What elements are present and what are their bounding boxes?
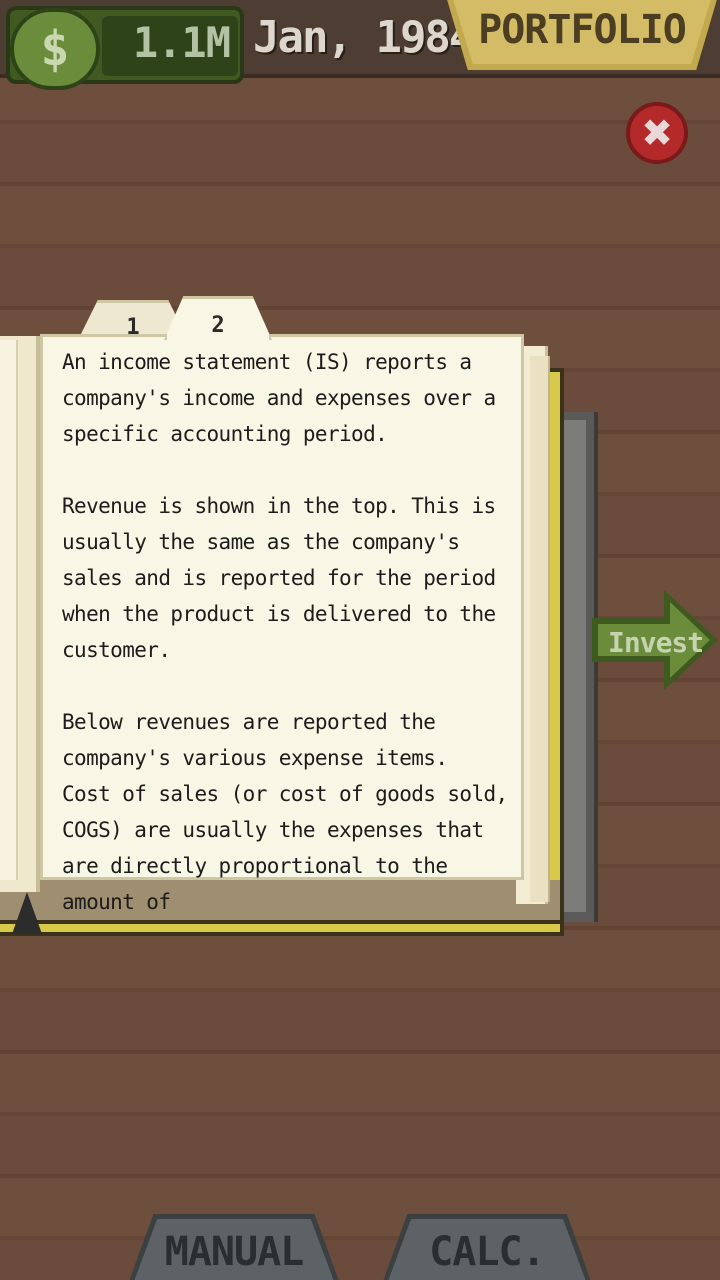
dollar-sign-icon: $	[10, 8, 100, 90]
calc-tab-label: CALC.	[429, 1228, 545, 1275]
page-text: An income statement (IS) reports a compa…	[62, 344, 512, 920]
close-button[interactable]: ✖	[626, 102, 688, 164]
manual-tab-face: MANUAL	[133, 1219, 335, 1280]
paragraph: Revenue is shown in the top. This is usu…	[62, 494, 496, 662]
manual-tab[interactable]: MANUAL	[128, 1214, 340, 1280]
book-left-page-edges	[0, 340, 18, 880]
current-date: Jan, 1984	[253, 12, 475, 63]
portfolio-button-face: PORTFOLIO	[452, 0, 712, 64]
manual-tab-label: MANUAL	[164, 1228, 304, 1275]
portfolio-label: PORTFOLIO	[478, 7, 687, 53]
page-tab-2[interactable]: 2	[164, 296, 272, 340]
money-value: 1.1M	[132, 18, 231, 67]
page-tab-label: 2	[211, 313, 225, 338]
calc-tab-face: CALC.	[387, 1219, 587, 1280]
invest-button-label[interactable]: Invest	[608, 626, 704, 659]
paragraph: An income statement (IS) reports a compa…	[62, 350, 496, 446]
calc-tab[interactable]: CALC.	[382, 1214, 592, 1280]
close-icon: ✖	[641, 111, 673, 155]
paragraph: Below revenues are reported the company'…	[62, 710, 448, 770]
paragraph: Cost of sales (or cost of goods sold, CO…	[62, 782, 508, 914]
portfolio-button[interactable]: PORTFOLIO	[446, 0, 718, 70]
book-right-page-edges-inner	[530, 356, 550, 902]
money-panel[interactable]: $ 1.1M	[6, 6, 244, 90]
